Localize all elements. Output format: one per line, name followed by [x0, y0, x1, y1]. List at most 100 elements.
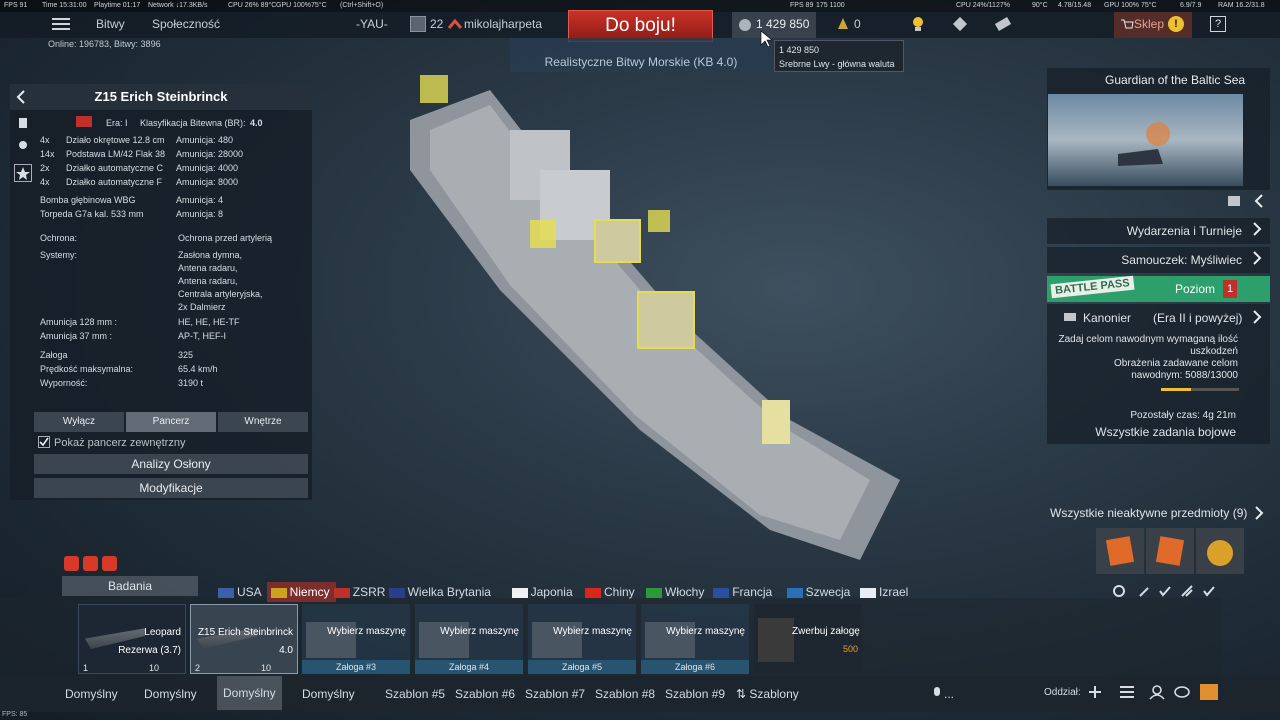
player-name[interactable]: mikolajharpeta	[464, 17, 542, 31]
crew-slot[interactable]: Wybierz maszynę Załoga #3	[302, 604, 410, 674]
preset-tab[interactable]: Domyślny	[65, 687, 118, 701]
tab-nation-9[interactable]: Szwecja	[786, 582, 850, 602]
show-armor-label[interactable]: Pokaż pancerz zewnętrzny	[54, 437, 185, 449]
alert-icon: !	[1168, 16, 1184, 32]
tab-armor[interactable]: Pancerz	[126, 412, 216, 432]
star-icon[interactable]	[14, 164, 32, 182]
preset-tab[interactable]: Szablon #9	[665, 687, 725, 701]
notes-icon[interactable]	[1228, 196, 1240, 206]
tab-nation-8[interactable]: Francja	[713, 582, 772, 602]
task-era: (Era II i powyżej)	[1153, 311, 1243, 325]
preset-tab[interactable]: Szablon #6	[455, 687, 515, 701]
coupon-icon[interactable]	[994, 16, 1012, 32]
crew-value: 325	[178, 350, 194, 360]
task-desc-line: nawodnym: 5088/13000	[1131, 370, 1238, 381]
research-button[interactable]: Badania	[62, 576, 198, 596]
tab-nation-10[interactable]: Izrael	[860, 582, 908, 602]
system-item: Antena radaru,	[178, 263, 238, 273]
menu-icon[interactable]	[52, 17, 70, 31]
preset-tab[interactable]: Domyślny	[144, 687, 197, 701]
crew-slot[interactable]: Wybierz maszynę Załoga #6	[641, 604, 749, 674]
chat-icon[interactable]	[1174, 685, 1190, 699]
booster-item[interactable]	[1146, 528, 1194, 574]
diamond-icon[interactable]	[952, 16, 968, 32]
task-desc-line: Obrażenia zadawane celom	[1114, 358, 1238, 369]
events-link[interactable]: Wydarzenia i Turnieje	[1047, 218, 1270, 244]
check-icon[interactable]	[1158, 584, 1172, 598]
tutorial-link[interactable]: Samouczek: Myśliwiec	[1047, 247, 1270, 273]
vehicle-slot[interactable]: Z15 Erich Steinbrinck 4.0 2 10	[190, 604, 298, 674]
tab-nation-5[interactable]: Japonia	[511, 582, 573, 602]
lightbulb-icon[interactable]	[912, 16, 924, 32]
inactive-items-link[interactable]: Wszystkie nieaktywne przedmioty (9)	[1050, 506, 1247, 520]
vehicle-name: Leopard	[144, 627, 181, 638]
modifications-button[interactable]: Modyfikacje	[34, 478, 308, 498]
event-banner[interactable]: Guardian of the Baltic Sea	[1047, 68, 1270, 190]
crew-label: Załoga	[40, 350, 68, 360]
crew-slot[interactable]: Wybierz maszynę Załoga #5	[528, 604, 636, 674]
ship-icon[interactable]	[16, 116, 30, 130]
avatar[interactable]	[410, 16, 426, 32]
select-vehicle-label: Wybierz maszynę	[327, 626, 406, 637]
task-progress-fill	[1161, 388, 1192, 391]
tab-off-label: Wyłącz	[62, 416, 96, 427]
list-icon[interactable]	[1120, 686, 1134, 698]
tab-nation-6[interactable]: Chiny	[585, 582, 635, 602]
silver-counter[interactable]: 1 429 850	[732, 12, 816, 38]
templates-button[interactable]: ⇅ Szablony	[736, 687, 799, 701]
battles-menu[interactable]: Bitwy	[96, 17, 125, 31]
tab-nation-3[interactable]: ZSRR	[333, 582, 385, 602]
all-tasks-link[interactable]: Wszystkie zadania bojowe	[1095, 425, 1236, 439]
protection-label: Ochrona:	[40, 233, 78, 243]
tab-nation-7[interactable]: Włochy	[646, 582, 704, 602]
friends-icon[interactable]	[1148, 684, 1166, 700]
shop-button[interactable]: Sklep !	[1114, 12, 1192, 38]
wrench-icon[interactable]	[1138, 584, 1152, 598]
squad-tag[interactable]: -YAU-	[356, 17, 388, 31]
mic-icon[interactable]	[932, 686, 942, 700]
chevron-right-icon[interactable]	[1254, 506, 1264, 520]
crew-slot[interactable]: Wybierz maszynę Załoga #4	[415, 604, 523, 674]
network-readout: Network ↓17.3KB/s	[148, 2, 208, 9]
ammo37-label: Amunicja 37 mm :	[40, 331, 113, 341]
vehicle-slot[interactable]: Leopard Rezerwa (3.7) 1 10	[78, 604, 186, 674]
preset-tab[interactable]: Domyślny	[302, 687, 355, 701]
battle-pass-logo: BATTLE PASS	[1050, 275, 1135, 299]
crew-number: 2	[195, 663, 201, 673]
voice-label: ...	[944, 687, 955, 701]
preset-tab[interactable]: Szablon #7	[525, 687, 585, 701]
nation-label: USA	[237, 585, 262, 599]
back-arrow-icon[interactable]	[16, 90, 26, 104]
rank-icon	[448, 18, 462, 30]
check-all-icon[interactable]	[1202, 584, 1216, 598]
add-icon[interactable]	[1088, 685, 1102, 699]
tab-nation-2[interactable]: Niemcy	[266, 582, 336, 602]
tab-interior-label: Wnętrze	[244, 416, 282, 427]
settings-icon[interactable]	[1112, 584, 1126, 598]
task-card[interactable]: Kanonier (Era II i powyżej) Zadaj celom …	[1047, 304, 1270, 444]
cursor-icon	[760, 30, 772, 48]
repair-cost: 10	[149, 663, 160, 673]
battle-pass-bar[interactable]: BATTLE PASS Poziom 1	[1047, 275, 1270, 302]
tab-nation-1[interactable]: USA	[218, 582, 262, 602]
mail-icon[interactable]	[1200, 684, 1218, 700]
armor-analysis-button[interactable]: Analizy Osłony	[34, 454, 308, 474]
medal-item[interactable]	[1196, 528, 1244, 574]
tab-nation-4[interactable]: Wielka Brytania	[388, 582, 491, 602]
chevron-left-icon[interactable]	[1254, 194, 1264, 208]
booster-item[interactable]	[1096, 528, 1144, 574]
preset-tab[interactable]: Szablon #5	[385, 687, 445, 701]
preset-tab[interactable]: Domyślny	[217, 676, 282, 710]
tab-off[interactable]: Wyłącz	[34, 412, 124, 432]
preset-tab[interactable]: Szablon #8	[595, 687, 655, 701]
flag-icon	[786, 587, 803, 598]
hire-crew-slot[interactable]: Zwerbuj załogę 500	[754, 604, 862, 674]
help-icon[interactable]: ?	[1210, 16, 1226, 32]
repair-icon[interactable]	[1180, 584, 1194, 598]
tab-interior[interactable]: Wnętrze	[218, 412, 308, 432]
checkbox-icon[interactable]	[38, 436, 50, 448]
lion-icon	[738, 18, 752, 32]
online-count: Online: 196783, Bitwy: 3896	[48, 39, 161, 49]
crew-icon[interactable]	[16, 140, 30, 154]
community-menu[interactable]: Społeczność	[152, 17, 220, 31]
